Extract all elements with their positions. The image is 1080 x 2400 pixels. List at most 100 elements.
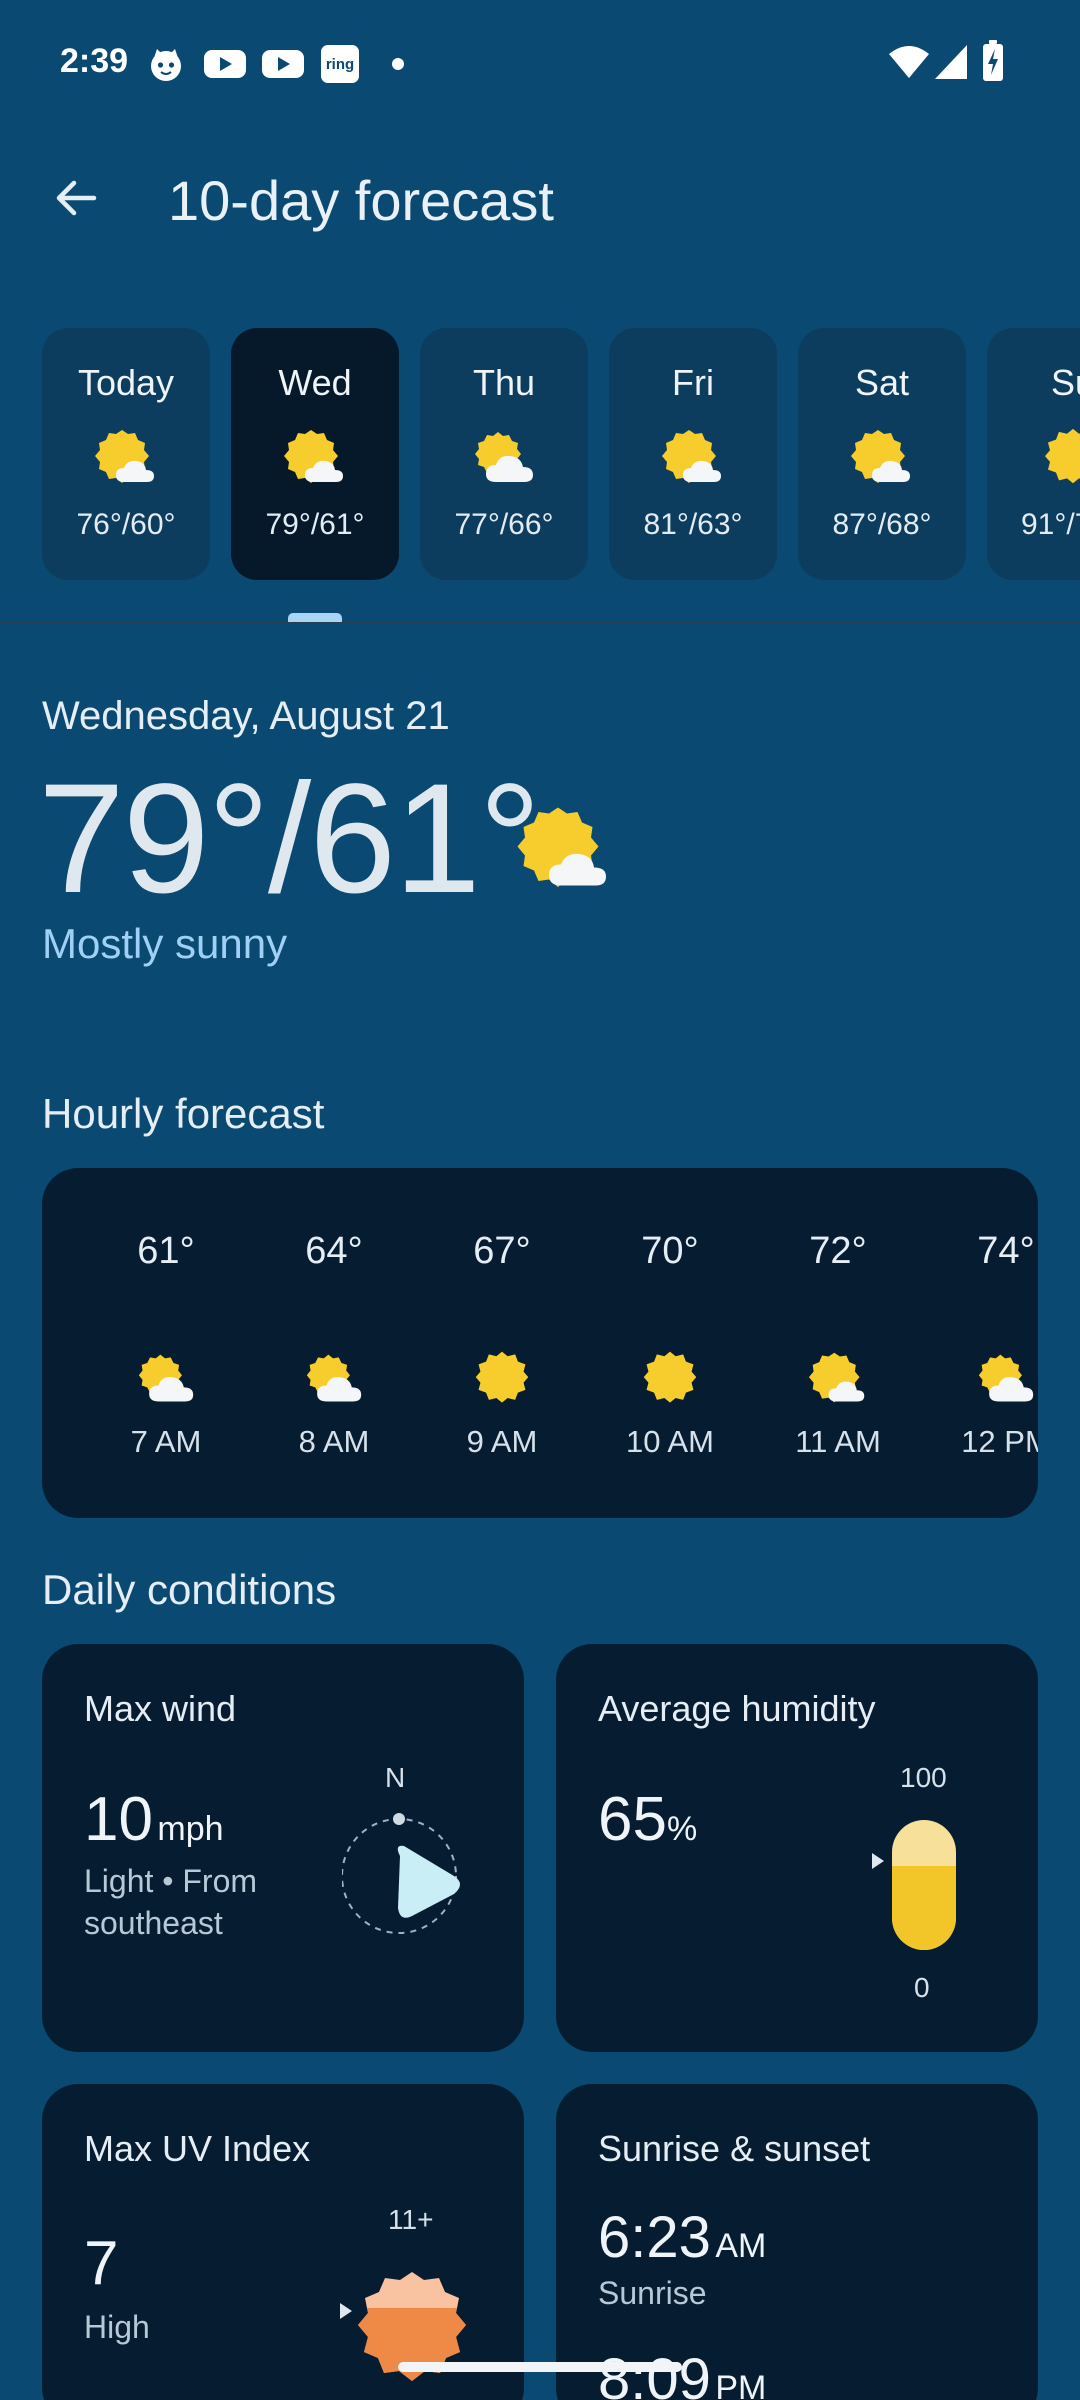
humidity-scale-max: 100 <box>900 1762 947 1793</box>
uv-scale-max: 11+ <box>388 2204 434 2235</box>
svg-text:ring: ring <box>326 56 354 73</box>
day-name: Su <box>1051 362 1080 403</box>
day-card[interactable]: Sat 87°/68° <box>798 328 966 580</box>
wind-desc-line: Light • From <box>84 1863 258 1899</box>
sunrise-time: 6:23 AM <box>598 2204 766 2271</box>
day-card-selected[interactable]: Wed 79°/61° <box>231 328 399 580</box>
hour-item: 74° 12 PM <box>922 1168 1038 1518</box>
selected-date: Wednesday, August 21 <box>42 694 450 738</box>
max-wind-tile[interactable]: Max wind 10 mph Light • From southeast N <box>42 1644 524 2052</box>
day-temps: 87°/68° <box>832 508 932 541</box>
day-name: Thu <box>472 362 536 403</box>
gesture-navigation-handle[interactable] <box>398 2362 682 2372</box>
sunny-icon <box>640 1350 700 1411</box>
battery-charging-icon <box>982 40 1004 87</box>
tile-title: Sunrise & sunset <box>598 2128 871 2169</box>
ring-app-icon: ring <box>320 44 360 89</box>
hour-time: 7 AM <box>130 1424 202 1459</box>
day-high-low-temperature: 79°/61° <box>38 752 541 926</box>
hour-item: 64° 8 AM <box>250 1168 418 1518</box>
hourly-forecast-heading: Hourly forecast <box>42 1090 325 1137</box>
day-card[interactable]: Su 91°/7 <box>987 328 1080 580</box>
hour-temp: 70° <box>641 1230 699 1272</box>
day-temps: 77°/66° <box>454 508 554 541</box>
wind-description: Light • From southeast <box>84 1860 257 1944</box>
notification-dot-icon <box>392 58 404 70</box>
humidity-unit: % <box>666 1810 698 1848</box>
wind-direction-icon <box>341 1804 472 1949</box>
daily-conditions-heading: Daily conditions <box>42 1566 337 1613</box>
status-bar: 2:39 ring <box>0 0 1080 130</box>
hour-time: 12 PM <box>961 1424 1038 1459</box>
sunny-icon <box>1041 428 1080 491</box>
sunset-time: 8:09 PM <box>598 2346 766 2400</box>
humidity-scale-min: 0 <box>914 1972 930 2003</box>
sunrise-time-value: 6:23 <box>598 2205 711 2270</box>
youtube-icon <box>204 48 246 85</box>
day-card[interactable]: Fri 81°/63° <box>609 328 777 580</box>
wind-speed: 10 mph <box>84 1784 224 1855</box>
humidity-reading: 65% <box>598 1784 697 1855</box>
day-name: Fri <box>672 362 714 403</box>
day-temps: 79°/61° <box>265 508 365 541</box>
sunny-icon <box>472 1350 532 1411</box>
partly-sunny-icon <box>516 804 612 897</box>
hour-temp: 67° <box>473 1230 531 1272</box>
sunset-time-value: 8:09 <box>598 2347 711 2400</box>
partly-sunny-icon <box>283 428 347 491</box>
youtube-icon <box>262 48 304 85</box>
tile-title: Max wind <box>84 1688 237 1729</box>
signal-icon <box>934 44 968 85</box>
partly-cloudy-icon <box>136 1350 196 1411</box>
uv-index-level: High <box>84 2309 150 2345</box>
hour-item: 67° 9 AM <box>418 1168 586 1518</box>
hour-item: 61° 7 AM <box>82 1168 250 1518</box>
arrow-back-icon <box>52 174 100 227</box>
day-selector[interactable]: Today 76°/60° Wed 79°/61° Thu 77°/66° Fr… <box>0 328 1080 580</box>
hourly-forecast-card[interactable]: 61° 7 AM 64° 8 AM 67° 9 AM 70° 10 AM 72°… <box>42 1168 1038 1518</box>
hour-temp: 72° <box>809 1230 867 1272</box>
partly-sunny-icon <box>661 428 725 491</box>
hour-time: 8 AM <box>298 1424 370 1459</box>
day-card[interactable]: Thu 77°/66° <box>420 328 588 580</box>
compass-north-label: N <box>385 1762 406 1793</box>
tile-title: Max UV Index <box>84 2128 311 2169</box>
hour-item: 72° 11 AM <box>754 1168 922 1518</box>
hour-temp: 74° <box>977 1230 1035 1272</box>
hour-time: 10 AM <box>626 1424 714 1459</box>
max-uv-index-tile[interactable]: Max UV Index 7 High 11+ <box>42 2084 524 2400</box>
day-name: Wed <box>278 362 352 403</box>
condition-text: Mostly sunny <box>42 920 288 967</box>
wind-speed-unit: mph <box>157 1810 224 1848</box>
hour-time: 11 AM <box>795 1424 881 1459</box>
humidity-gauge-fill <box>892 1865 956 1950</box>
sunrise-label: Sunrise <box>598 2275 707 2311</box>
partly-sunny-icon <box>808 1350 868 1411</box>
page-title: 10-day forecast <box>168 169 554 232</box>
day-temps: 91°/7 <box>1021 508 1080 541</box>
divider <box>0 622 1080 624</box>
day-card[interactable]: Today 76°/60° <box>42 328 210 580</box>
day-temps: 76°/60° <box>76 508 176 541</box>
play-marker-icon <box>870 1852 886 1875</box>
partly-cloudy-icon <box>472 428 536 491</box>
back-button[interactable] <box>40 164 112 236</box>
hour-temp: 64° <box>305 1230 363 1272</box>
humidity-gauge-icon <box>892 1820 956 1950</box>
sunrise-ampm: AM <box>715 2227 767 2265</box>
day-name: Sat <box>854 362 910 403</box>
wind-desc-line: southeast <box>84 1905 223 1941</box>
day-temps: 81°/63° <box>643 508 743 541</box>
uv-gauge-icon <box>350 2268 474 2397</box>
hour-time: 9 AM <box>466 1424 538 1459</box>
cat-face-icon <box>148 48 184 87</box>
day-name: Today <box>77 362 175 403</box>
partly-cloudy-icon <box>976 1350 1036 1411</box>
tile-title: Average humidity <box>598 1688 876 1729</box>
average-humidity-tile[interactable]: Average humidity 65% 100 0 <box>556 1644 1038 2052</box>
sunrise-sunset-tile[interactable]: Sunrise & sunset 6:23 AM Sunrise 8:09 PM <box>556 2084 1038 2400</box>
sunset-ampm: PM <box>715 2369 767 2400</box>
status-time: 2:39 <box>60 42 129 80</box>
hour-item: 70° 10 AM <box>586 1168 754 1518</box>
hour-temp: 61° <box>137 1230 195 1272</box>
